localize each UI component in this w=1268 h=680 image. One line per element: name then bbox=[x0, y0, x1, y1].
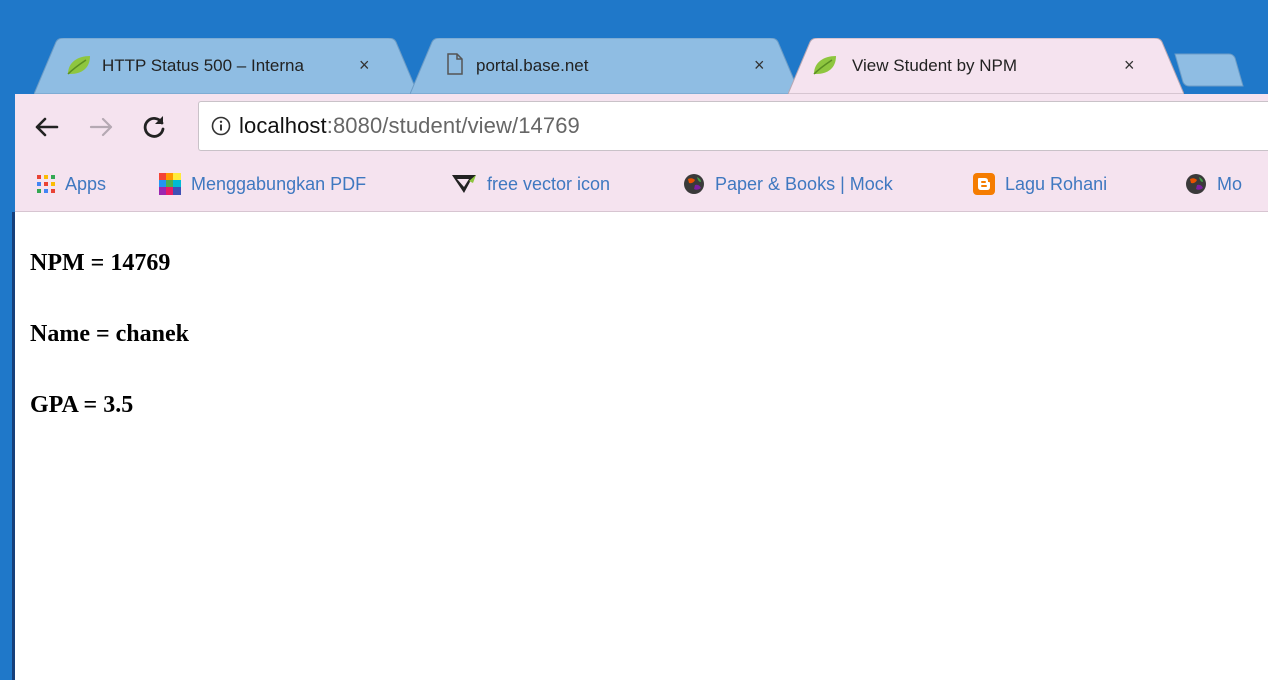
spring-leaf-icon bbox=[66, 54, 92, 81]
page-content: NPM = 14769 Name = chanek GPA = 3.5 bbox=[15, 212, 1268, 680]
bookmark-label: free vector icon bbox=[487, 173, 611, 194]
globe-icon bbox=[683, 173, 705, 195]
blogger-icon bbox=[973, 173, 995, 195]
bookmark-label: Paper & Books | Mock bbox=[715, 173, 893, 194]
bookmark-label: Lagu Rohani bbox=[1005, 173, 1108, 194]
new-tab-button[interactable] bbox=[1171, 52, 1245, 88]
reload-icon bbox=[143, 116, 165, 138]
bookmark-label: Mo bbox=[1217, 173, 1243, 194]
forward-button[interactable] bbox=[87, 112, 117, 142]
vector-logo-icon bbox=[451, 173, 477, 195]
arrow-left-icon bbox=[35, 117, 59, 137]
tab-portal-base-net[interactable]: portal.base.net × bbox=[410, 38, 800, 94]
tab-strip: HTTP Status 500 – Interna × portal.base.… bbox=[6, 0, 1268, 94]
name-text: Name = chanek bbox=[30, 321, 189, 347]
info-icon[interactable] bbox=[211, 116, 231, 136]
globe-icon bbox=[1185, 173, 1207, 195]
tab-close-button[interactable]: × bbox=[359, 55, 370, 76]
tab-title: HTTP Status 500 – Interna bbox=[102, 56, 304, 75]
bookmark-menggabungkan-pdf[interactable]: Menggabungkan PDF bbox=[159, 166, 449, 202]
document-icon bbox=[446, 53, 464, 80]
bookmark-paper-books[interactable]: Paper & Books | Mock bbox=[683, 166, 973, 202]
tab-close-button[interactable]: × bbox=[1124, 55, 1135, 76]
reload-button[interactable] bbox=[139, 112, 169, 142]
tab-title: portal.base.net bbox=[476, 56, 589, 75]
back-button[interactable] bbox=[31, 112, 61, 142]
npm-text: NPM = 14769 bbox=[30, 250, 171, 276]
new-tab-icon bbox=[1174, 53, 1244, 87]
bookmark-free-vector-icon[interactable]: free vector icon bbox=[451, 166, 610, 202]
bookmark-apps[interactable]: Apps bbox=[37, 166, 106, 202]
gpa-text: GPA = 3.5 bbox=[30, 392, 134, 418]
spring-leaf-icon bbox=[812, 54, 838, 81]
bookmark-mo[interactable]: Mo bbox=[1185, 166, 1242, 202]
bookmark-label: Menggabungkan PDF bbox=[191, 173, 367, 194]
tab-close-button[interactable]: × bbox=[754, 55, 765, 76]
tab-title: View Student by NPM bbox=[852, 56, 1018, 75]
tab-http-status-500[interactable]: HTTP Status 500 – Interna × bbox=[34, 38, 418, 94]
address-path: :8080/student/view/14769 bbox=[326, 113, 580, 138]
color-squares-icon bbox=[159, 173, 181, 195]
bookmark-lagu-rohani[interactable]: Lagu Rohani bbox=[973, 166, 1107, 202]
bookmark-label: Apps bbox=[65, 173, 107, 194]
bookmarks-bar: Apps Menggabungkan PDF free vector icon bbox=[15, 166, 1268, 212]
tab-view-student-by-npm[interactable]: View Student by NPM × bbox=[788, 38, 1184, 94]
arrow-right-icon bbox=[89, 117, 113, 137]
address-host: localhost bbox=[239, 113, 327, 138]
address-bar[interactable]: localhost:8080/student/view/14769 bbox=[198, 101, 1268, 151]
apps-grid-icon bbox=[37, 175, 55, 193]
browser-toolbar: localhost:8080/student/view/14769 bbox=[15, 94, 1268, 166]
address-url: localhost:8080/student/view/14769 bbox=[239, 113, 580, 139]
